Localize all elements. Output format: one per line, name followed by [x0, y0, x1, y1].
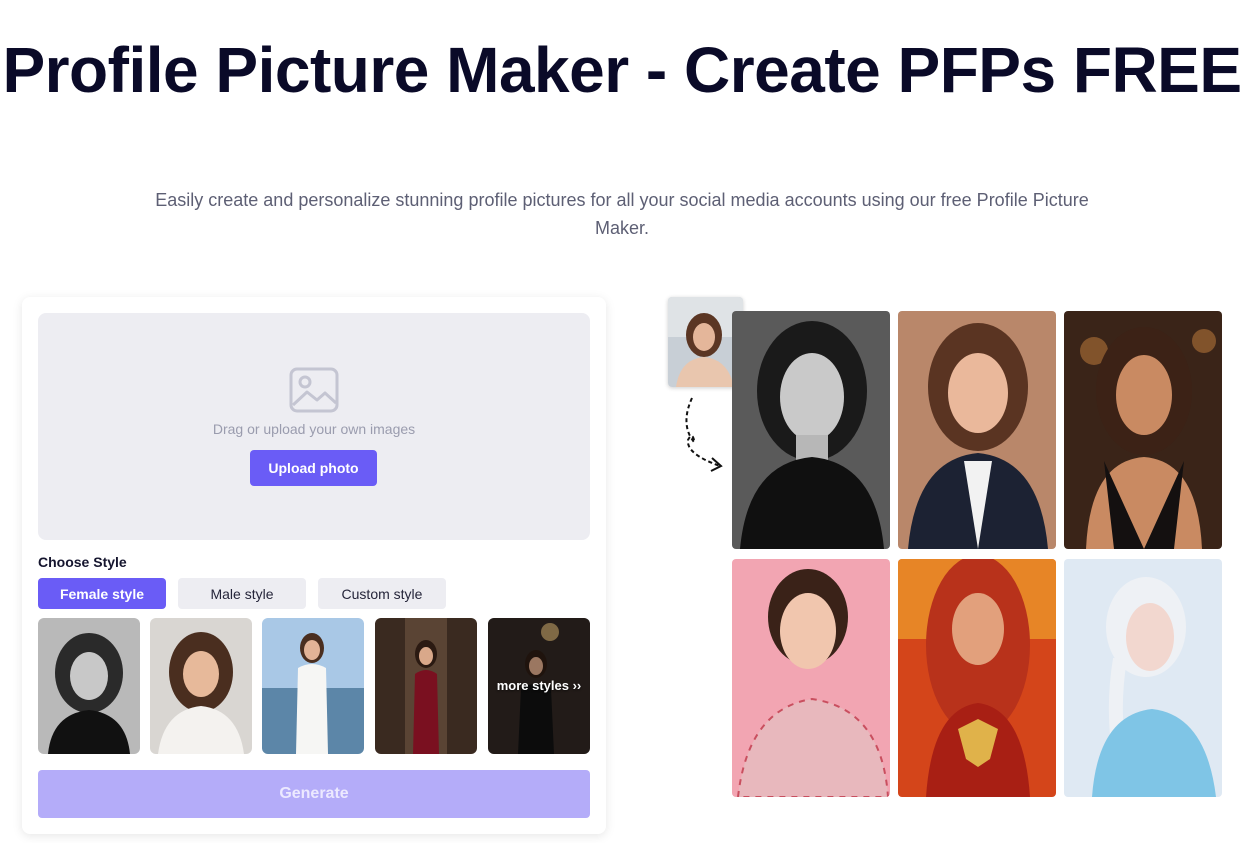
dropzone-text: Drag or upload your own images [212, 421, 416, 437]
choose-style-heading: Choose Style [38, 554, 127, 570]
result-image-pink [732, 559, 890, 797]
style-thumb-bw-portrait[interactable] [38, 618, 140, 754]
page-subtitle: Easily create and personalize stunning p… [155, 190, 1089, 238]
tab-male-style[interactable]: Male style [178, 578, 306, 609]
style-thumb-white-blazer[interactable] [150, 618, 252, 754]
upload-dropzone[interactable]: Drag or upload your own images Upload ph… [38, 313, 590, 540]
more-styles-link[interactable]: more styles ›› [488, 678, 590, 693]
upload-photo-button[interactable]: Upload photo [250, 450, 377, 486]
image-icon [289, 367, 339, 413]
style-thumb-yacht[interactable] [262, 618, 364, 754]
result-image-evening [1064, 311, 1222, 549]
curved-arrow-icon [685, 397, 723, 472]
style-thumb-more-styles[interactable]: more styles ›› [488, 618, 590, 754]
generator-card: Drag or upload your own images Upload ph… [22, 297, 606, 834]
result-image-ice-queen [1064, 559, 1222, 797]
page-title: Profile Picture Maker - Create PFPs FREE [2, 34, 1242, 106]
generate-button[interactable]: Generate [38, 770, 590, 818]
style-thumb-red-dress[interactable] [375, 618, 477, 754]
result-image-bw [732, 311, 890, 549]
result-image-business [898, 311, 1056, 549]
result-image-fire [898, 559, 1056, 797]
tab-custom-style[interactable]: Custom style [318, 578, 446, 609]
tab-female-style[interactable]: Female style [38, 578, 166, 609]
